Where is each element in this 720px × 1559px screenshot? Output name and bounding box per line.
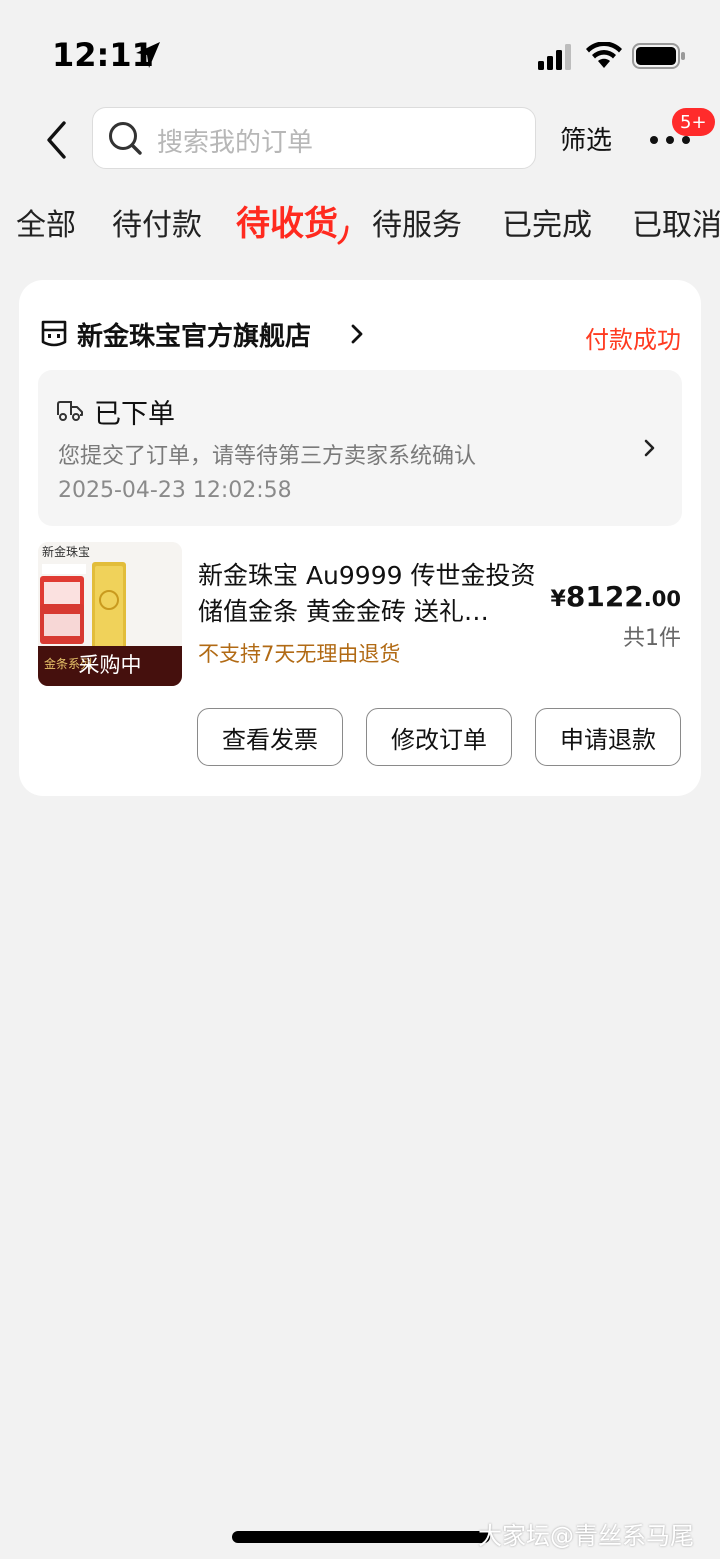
product-quantity: 共1件	[623, 626, 681, 651]
store-icon	[41, 320, 67, 347]
order-progress[interactable]: 已下单 您提交了订单，请等待第三方卖家系统确认 2025-04-23 12:02…	[38, 370, 682, 526]
notification-badge: 5+	[672, 108, 715, 136]
gold-bar-image: 新金珠宝 金条系列 采购中	[38, 542, 182, 686]
purchasing-overlay: 采购中	[79, 653, 142, 677]
modify-order-button[interactable]: 修改订单	[366, 708, 512, 766]
delivery-truck-icon	[57, 401, 83, 421]
search-placeholder: 搜索我的订单	[157, 128, 314, 158]
progress-time: 2025-04-23 12:02:58	[58, 478, 292, 503]
tab-pending-payment[interactable]: 待付款	[112, 200, 202, 244]
chevron-right-icon	[351, 324, 363, 344]
status-bar: 12:11	[0, 0, 720, 100]
filter-button[interactable]: 筛选	[560, 120, 612, 157]
return-policy-note: 不支持7天无理由退货	[198, 642, 401, 666]
product-price: ¥8122.00	[551, 580, 681, 613]
tab-pending-service[interactable]: 待服务	[372, 200, 462, 244]
progress-title: 已下单	[94, 399, 175, 430]
wifi-icon	[586, 42, 622, 68]
tab-pending-receipt[interactable]: 待收货	[236, 196, 338, 245]
image-brand-text: 新金珠宝	[42, 544, 90, 559]
location-arrow-icon	[136, 42, 160, 68]
search-icon	[109, 122, 142, 155]
tab-completed[interactable]: 已完成	[502, 200, 592, 244]
price-decimal: .00	[643, 587, 681, 611]
tab-cancelled[interactable]: 已取消	[632, 200, 720, 244]
view-invoice-button[interactable]: 查看发票	[197, 708, 343, 766]
order-tabs: 全部 待付款 待收货 待服务 已完成 已取消	[0, 190, 720, 254]
home-indicator[interactable]	[232, 1531, 490, 1543]
price-integer: 8122	[565, 580, 644, 613]
tab-active-indicator	[337, 225, 349, 245]
tab-all[interactable]: 全部	[16, 200, 76, 244]
price-symbol: ¥	[550, 587, 566, 612]
request-refund-button[interactable]: 申请退款	[535, 708, 681, 766]
shop-name: 新金珠宝官方旗舰店	[77, 322, 312, 352]
progress-description: 您提交了订单，请等待第三方卖家系统确认	[58, 444, 477, 469]
product-image[interactable]: 新金珠宝 金条系列 采购中	[38, 542, 182, 686]
order-status: 付款成功	[585, 326, 681, 354]
back-button[interactable]	[36, 112, 76, 168]
chevron-left-icon	[47, 121, 66, 159]
cellular-signal-icon	[538, 44, 571, 70]
battery-icon	[632, 43, 685, 69]
watermark: 大家坛@青丝系马尾	[478, 1522, 694, 1550]
product-title[interactable]: 新金珠宝 Au9999 传世金投资储值金条 黄金金砖 送礼…	[198, 558, 558, 630]
chevron-right-icon	[644, 439, 655, 457]
search-input[interactable]: 搜索我的订单	[92, 107, 536, 169]
order-card: 新金珠宝官方旗舰店 付款成功 已下单 您提交了订单，请等待第三方卖家系统确认 2…	[19, 280, 701, 796]
